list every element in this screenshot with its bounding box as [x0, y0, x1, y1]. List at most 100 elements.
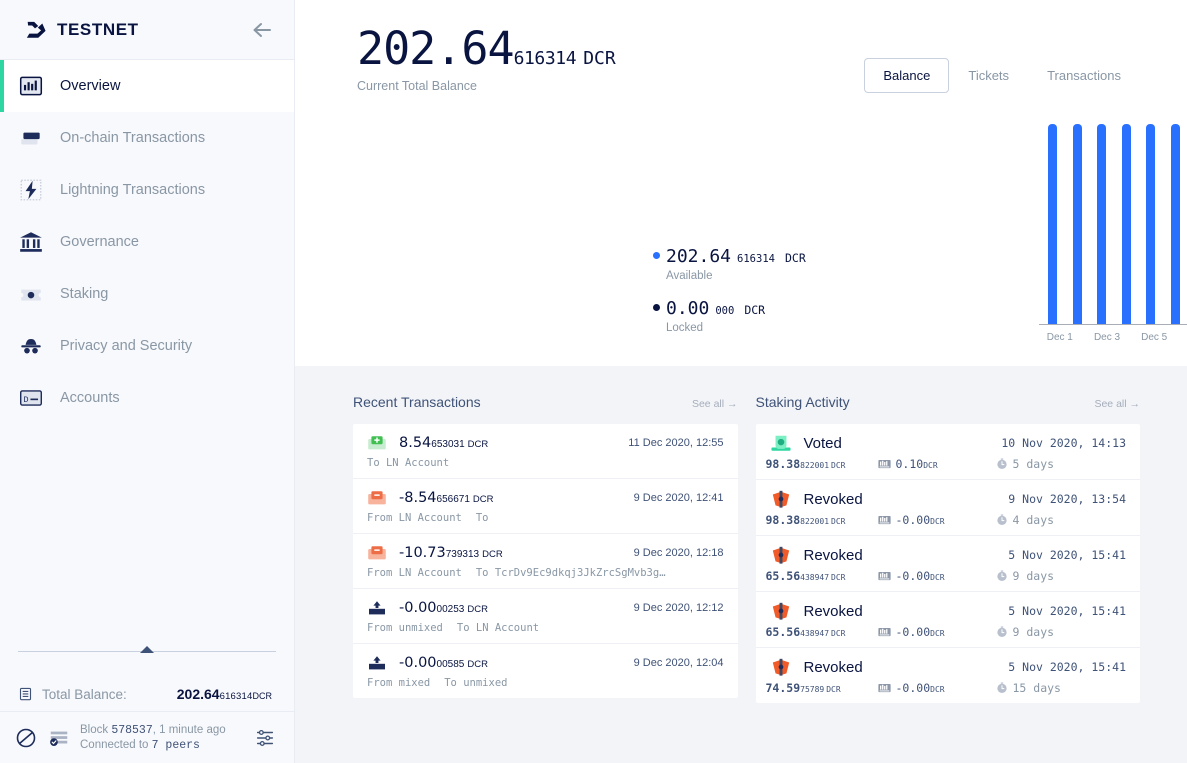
ledger-icon: [19, 687, 32, 701]
block-line: Block 578537, 1 minute ago: [80, 723, 226, 738]
balance-legend: 202.64 616314 DCR Available 0.00 000 DCR Loc…: [653, 246, 806, 350]
chart-bar[interactable]: [1072, 123, 1082, 324]
staking-date: 5 Nov 2020, 15:41: [1008, 548, 1126, 562]
clock-icon: [996, 570, 1007, 582]
tx-from-label: From: [367, 677, 393, 689]
sidebar-collapse-handle[interactable]: [18, 646, 276, 677]
list-item[interactable]: Voted 10 Nov 2020, 14:13 98.38822001 DCR 0.1…: [755, 424, 1140, 480]
send-icon: [368, 546, 386, 560]
staking-ticket-price: 65.56438947 DCR: [765, 625, 846, 639]
staking-status-icon: [770, 657, 792, 677]
tab-transactions[interactable]: Transactions: [1028, 58, 1140, 93]
locked-whole: 0.00: [666, 298, 710, 319]
recent-transactions-see-all[interactable]: See all →: [692, 398, 738, 410]
balance-bar-chart[interactable]: 055110165220 Dec 1Dec 3Dec 5Dec 7Dec 9De…: [1039, 118, 1187, 350]
voted-ticket-icon: [770, 435, 791, 451]
table-row[interactable]: -0.0000253 DCR 9 Dec 2020, 12:12 From unmix…: [353, 589, 738, 644]
staking-price-frac: 822001: [800, 461, 830, 470]
chart-plot-area: [1039, 118, 1187, 325]
revoked-ticket-icon: [772, 490, 789, 508]
staking-reward: -0.00DCR: [877, 569, 996, 583]
sidebar-item-on-chain-transactions[interactable]: On-chain Transactions: [0, 112, 294, 164]
sidebar-item-lightning-transactions[interactable]: Lightning Transactions: [0, 164, 294, 216]
send-icon: [368, 491, 386, 505]
locked-unit: DCR: [744, 303, 766, 317]
table-row[interactable]: 8.54653031 DCR 11 Dec 2020, 12:55 To LN Acc…: [353, 424, 738, 479]
sidebar-item-privacy-and-security[interactable]: Privacy and Security: [0, 320, 294, 372]
main-content: 202.64 616314 DCR Current Total Balance Ba…: [295, 0, 1187, 763]
chart-bar[interactable]: [1048, 123, 1057, 324]
tx-amount-frac: 656671: [436, 494, 470, 505]
sidebar-item-governance[interactable]: Governance: [0, 216, 294, 268]
total-balance-unit: DCR: [252, 691, 273, 701]
staking-days-value: 5 days: [1012, 457, 1055, 471]
chart-bar[interactable]: [1146, 123, 1156, 324]
sidebar-item-accounts[interactable]: D Accounts: [0, 372, 294, 424]
staking-days-value: 9 days: [1012, 625, 1055, 639]
staking-activity-see-all[interactable]: See all →: [1094, 398, 1140, 410]
staking-reward-value: -0.00DCR: [895, 513, 945, 527]
chart-bar[interactable]: [1121, 123, 1131, 324]
tab-tickets[interactable]: Tickets: [949, 58, 1028, 93]
chart-x-tick: Dec 1: [1046, 332, 1073, 343]
list-item[interactable]: Revoked 5 Nov 2020, 15:41 65.56438947 DCR -0…: [755, 592, 1140, 648]
tx-to-label: To: [475, 512, 489, 524]
tx-type-icon: [367, 655, 387, 671]
sliders-icon[interactable]: [254, 727, 276, 749]
staking-reward-unit: DCR: [930, 685, 945, 694]
arrow-left-icon[interactable]: [250, 18, 274, 42]
total-balance-label: Total Balance:: [42, 686, 127, 702]
staking-row-detail: 65.56438947 DCR -0.00DCR 9 days: [766, 625, 1127, 639]
sidebar-item-label: Accounts: [60, 390, 120, 406]
staking-reward: -0.00DCR: [877, 625, 996, 639]
revoked-ticket-icon: [772, 658, 789, 676]
list-item[interactable]: Revoked 5 Nov 2020, 15:41 65.56438947 DCR -0…: [755, 536, 1140, 592]
revoked-ticket-icon: [772, 546, 789, 564]
sidebar-item-label: Governance: [60, 234, 139, 250]
list-item[interactable]: Revoked 5 Nov 2020, 15:41 74.5975789 DCR -0.…: [756, 648, 1141, 703]
recent-transactions-list: 8.54653031 DCR 11 Dec 2020, 12:55 To LN Acc…: [353, 424, 738, 698]
ticket-icon: [21, 289, 41, 301]
staking-activity-list: Voted 10 Nov 2020, 14:13 98.38822001 DCR 0.1…: [755, 424, 1141, 703]
legend-item-available: 202.64 616314 DCR: [653, 246, 806, 267]
receive-icon: [368, 436, 386, 450]
sidebar-item-label: On-chain Transactions: [60, 130, 206, 146]
accounts-card-icon: D: [20, 390, 42, 406]
sidebar-item-label: Privacy and Security: [60, 338, 193, 354]
block-age: , 1 minute ago: [152, 723, 226, 736]
list-item[interactable]: Revoked 9 Nov 2020, 13:54 98.38822001 DCR -0…: [755, 480, 1140, 536]
tx-amount-frac: 653031: [431, 439, 465, 450]
staking-reward-value: -0.00DCR: [895, 569, 945, 583]
table-row[interactable]: -0.0000585 DCR 9 Dec 2020, 12:04 From mixed…: [353, 644, 738, 698]
tx-amount: -10.73739313 DCR: [399, 544, 503, 562]
tab-balance[interactable]: Balance: [864, 58, 950, 93]
tx-to-label: To: [444, 677, 457, 689]
sidebar-item-overview[interactable]: Overview: [0, 60, 294, 112]
table-row[interactable]: -10.73739313 DCR 9 Dec 2020, 12:18 From LN …: [353, 534, 738, 589]
balance-unit: DCR: [583, 48, 616, 69]
status-text: Block 578537, 1 minute ago Connected to …: [80, 723, 226, 753]
staking-activity-panel: Staking Activity See all → Voted 10 Nov 2…: [755, 394, 1141, 763]
chart-bar[interactable]: [1170, 123, 1180, 324]
staking-reward-value: 0.10DCR: [895, 457, 938, 471]
total-balance-value: 202.64616314DCR: [177, 686, 272, 702]
brand-logo[interactable]: TESTNET: [22, 17, 139, 43]
table-row[interactable]: -8.54656671 DCR 9 Dec 2020, 12:41 From LN A…: [353, 479, 738, 534]
tx-date: 11 Dec 2020, 12:55: [628, 437, 724, 449]
staking-duration: 5 days: [996, 457, 1055, 471]
staking-duration: 4 days: [996, 513, 1054, 527]
sidebar-status-bar: Block 578537, 1 minute ago Connected to …: [0, 711, 294, 763]
svg-text:D: D: [23, 395, 28, 405]
chart-x-tick: Dec 3: [1093, 332, 1121, 343]
chart-bar[interactable]: [1097, 123, 1107, 324]
sidebar-item-staking[interactable]: Staking: [0, 268, 294, 320]
staking-status-icon: [770, 545, 792, 565]
tx-type-icon: [367, 490, 387, 506]
tx-amount: 8.54653031 DCR: [399, 434, 488, 452]
tx-amount-unit: DCR: [467, 659, 488, 670]
staking-status: Voted: [803, 434, 842, 452]
tx-date: 9 Dec 2020, 12:04: [633, 657, 724, 669]
staking-reward-value: -0.00DCR: [895, 625, 945, 639]
total-balance-whole: 202.64: [176, 686, 220, 702]
